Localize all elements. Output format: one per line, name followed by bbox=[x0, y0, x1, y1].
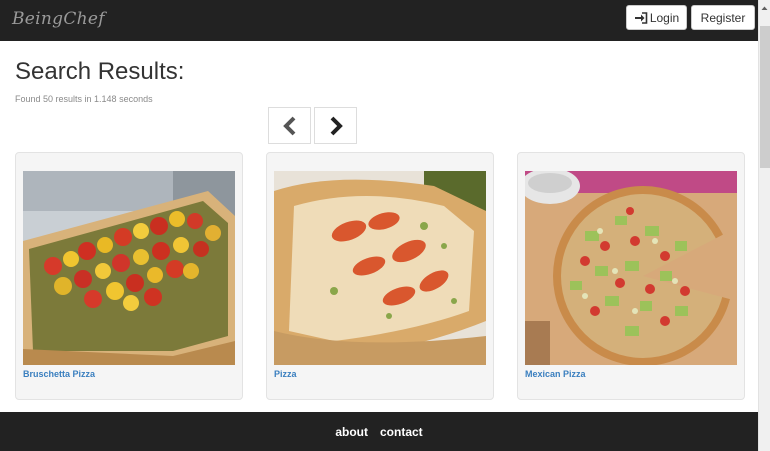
login-label: Login bbox=[649, 10, 680, 25]
login-icon bbox=[634, 11, 648, 24]
scroll-thumb[interactable] bbox=[760, 26, 770, 168]
top-navbar: BeingChef Login Register bbox=[0, 0, 758, 41]
footer-link-contact[interactable]: contact bbox=[380, 425, 423, 439]
next-page-button[interactable] bbox=[314, 107, 357, 144]
scroll-up-arrow-icon[interactable] bbox=[759, 0, 770, 16]
recipe-card-title[interactable]: Bruschetta Pizza bbox=[23, 369, 95, 379]
recipe-card[interactable]: Mexican Pizza bbox=[517, 152, 745, 400]
pizza-photo[interactable] bbox=[274, 171, 486, 365]
page-title: Search Results: bbox=[15, 58, 185, 85]
bruschetta-pizza-photo[interactable] bbox=[23, 171, 235, 365]
previous-page-button[interactable] bbox=[268, 107, 311, 144]
mexican-pizza-photo[interactable] bbox=[525, 171, 737, 365]
login-button[interactable]: Login bbox=[626, 5, 687, 30]
results-count: Found 50 results in 1.148 seconds bbox=[15, 94, 153, 104]
recipe-card[interactable]: Pizza bbox=[266, 152, 494, 400]
chevron-left-icon bbox=[282, 116, 295, 135]
recipe-card-title[interactable]: Mexican Pizza bbox=[525, 369, 586, 379]
brand-logo[interactable]: BeingChef bbox=[12, 9, 105, 29]
recipe-card-title[interactable]: Pizza bbox=[274, 369, 297, 379]
recipe-card[interactable]: Bruschetta Pizza bbox=[15, 152, 243, 400]
footer-link-about[interactable]: about bbox=[335, 425, 368, 439]
register-label: Register bbox=[700, 10, 746, 25]
page-footer: about contact bbox=[0, 412, 758, 451]
chevron-right-icon bbox=[330, 116, 343, 135]
page-scrollbar[interactable] bbox=[758, 0, 770, 451]
register-button[interactable]: Register bbox=[691, 5, 755, 30]
